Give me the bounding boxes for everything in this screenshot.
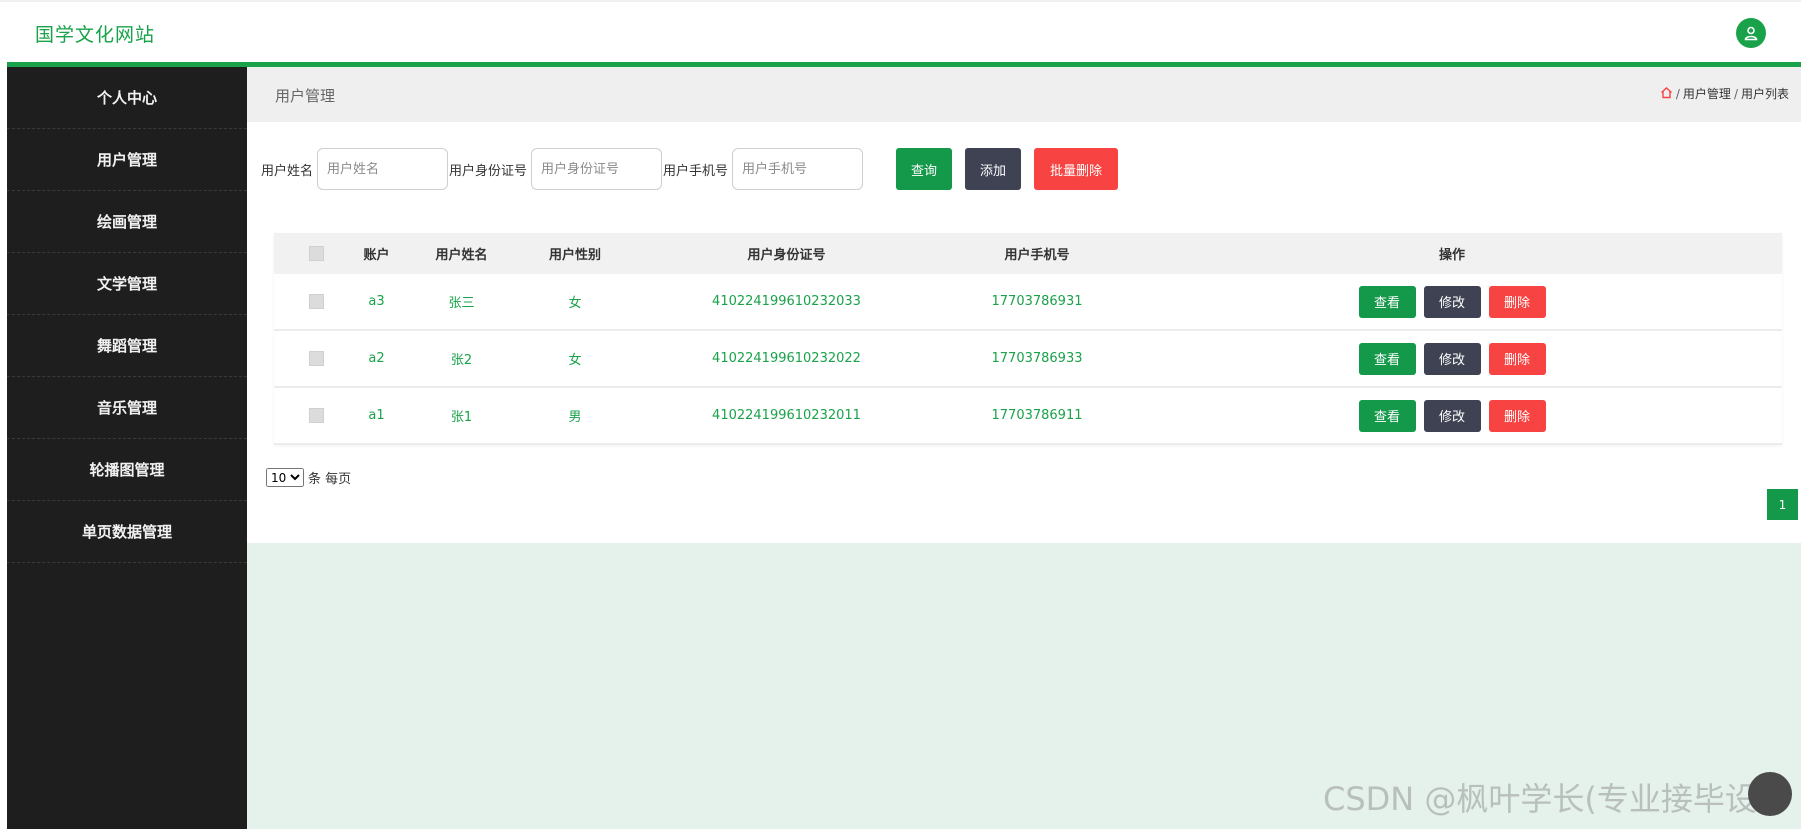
breadcrumb-user-management[interactable]: 用户管理 — [1683, 85, 1731, 102]
site-title[interactable]: 国学文化网站 — [35, 20, 155, 47]
sidebar-item-label: 舞蹈管理 — [96, 337, 157, 355]
cell-sex: 女 — [568, 353, 582, 368]
table-row: a1 张1 男 410224199610232011 17703786911 查… — [274, 388, 1782, 445]
breadcrumb-separator: / — [1733, 86, 1738, 101]
select-all-checkbox-cell — [274, 246, 359, 261]
header-account: 账户 — [363, 248, 390, 263]
sidebar-item-label: 个人中心 — [96, 89, 157, 107]
cell-name: 张1 — [450, 410, 473, 425]
row-checkbox-cell — [274, 408, 359, 423]
sidebar-item-literature-management[interactable]: 文学管理 — [7, 253, 247, 315]
header-sex: 用户性别 — [548, 248, 601, 263]
sidebar-item-single-page-data-management[interactable]: 单页数据管理 — [7, 501, 247, 563]
table-row: a2 张2 女 410224199610232022 17703786933 查… — [274, 331, 1782, 388]
row-checkbox[interactable] — [309, 294, 324, 309]
edit-button[interactable]: 修改 — [1423, 399, 1481, 432]
sidebar-item-label: 文学管理 — [96, 275, 157, 293]
breadcrumb-separator: / — [1675, 86, 1680, 101]
user-id-card-label: 用户身份证号 — [449, 163, 528, 179]
sidebar: 个人中心 用户管理 绘画管理 文学管理 舞蹈管理 音乐管理 轮播图管理 单页数据… — [7, 67, 247, 829]
delete-button[interactable]: 删除 — [1488, 342, 1546, 375]
edit-button[interactable]: 修改 — [1423, 342, 1481, 375]
per-page-label: 条 每页 — [308, 472, 352, 487]
sidebar-item-label: 绘画管理 — [96, 213, 157, 231]
sidebar-item-painting-management[interactable]: 绘画管理 — [7, 191, 247, 253]
content-panel: 用户管理 / 用户管理 / 用户列表 用户姓名 用户身份证号 用户手机号 查询 … — [247, 67, 1801, 543]
header-phone: 用户手机号 — [1004, 248, 1070, 263]
table-row: a3 张三 女 410224199610232033 17703786931 查… — [274, 274, 1782, 331]
sidebar-item-label: 用户管理 — [96, 151, 157, 169]
sidebar-item-label: 音乐管理 — [96, 399, 157, 417]
watermark: CSDN @枫叶学长(专业接毕设) — [1323, 780, 1770, 818]
cell-account: a2 — [368, 351, 385, 366]
breadcrumb-bar: 用户管理 / 用户管理 / 用户列表 — [247, 67, 1801, 122]
main-area: 用户管理 / 用户管理 / 用户列表 用户姓名 用户身份证号 用户手机号 查询 … — [247, 67, 1801, 829]
user-phone-label: 用户手机号 — [663, 163, 729, 179]
select-all-checkbox[interactable] — [309, 246, 324, 261]
cell-account: a3 — [368, 294, 385, 309]
cell-name: 张2 — [450, 353, 473, 368]
page-size-select[interactable]: 10 — [266, 468, 304, 487]
cell-account: a1 — [368, 408, 385, 423]
cell-phone: 17703786933 — [991, 351, 1083, 366]
delete-button[interactable]: 删除 — [1488, 399, 1546, 432]
home-icon[interactable] — [1660, 86, 1673, 102]
breadcrumb: / 用户管理 / 用户列表 — [1660, 85, 1789, 102]
cell-id-card: 410224199610232033 — [712, 294, 861, 309]
breadcrumb-user-list: 用户列表 — [1740, 87, 1789, 101]
user-id-card-input[interactable] — [531, 148, 663, 190]
page-size-control: 10 条 每页 — [266, 468, 351, 487]
cell-operations: 查看 修改 删除 — [1122, 285, 1782, 318]
sidebar-item-personal-center[interactable]: 个人中心 — [7, 67, 247, 129]
user-name-label: 用户姓名 — [261, 163, 314, 179]
view-button[interactable]: 查看 — [1358, 399, 1416, 432]
header-id-card: 用户身份证号 — [747, 248, 826, 263]
sidebar-item-user-management[interactable]: 用户管理 — [7, 129, 247, 191]
cell-id-card: 410224199610232022 — [712, 351, 861, 366]
row-checkbox[interactable] — [309, 408, 324, 423]
top-header: 国学文化网站 — [0, 0, 1801, 62]
cell-name: 张三 — [448, 296, 475, 311]
user-phone-input[interactable] — [732, 148, 864, 190]
user-table: 账户 用户姓名 用户性别 用户身份证号 用户手机号 操作 a3 张三 女 410… — [274, 233, 1782, 445]
sidebar-item-dance-management[interactable]: 舞蹈管理 — [7, 315, 247, 377]
user-avatar-icon[interactable] — [1736, 18, 1766, 48]
view-button[interactable]: 查看 — [1358, 285, 1416, 318]
header-operations: 操作 — [1438, 248, 1465, 263]
row-checkbox[interactable] — [309, 351, 324, 366]
view-button[interactable]: 查看 — [1358, 342, 1416, 375]
current-page-button[interactable]: 1 — [1767, 489, 1798, 520]
search-bar: 用户姓名 用户身份证号 用户手机号 查询 添加 批量删除 — [261, 148, 1119, 190]
query-button[interactable]: 查询 — [896, 148, 953, 190]
cell-operations: 查看 修改 删除 — [1122, 399, 1782, 432]
floating-action-button[interactable] — [1748, 772, 1792, 816]
row-checkbox-cell — [274, 294, 359, 309]
cell-phone: 17703786911 — [991, 408, 1083, 423]
delete-button[interactable]: 删除 — [1488, 285, 1546, 318]
cell-sex: 男 — [568, 410, 582, 425]
edit-button[interactable]: 修改 — [1423, 285, 1481, 318]
cell-sex: 女 — [568, 296, 582, 311]
sidebar-item-carousel-management[interactable]: 轮播图管理 — [7, 439, 247, 501]
sidebar-item-label: 单页数据管理 — [81, 523, 172, 541]
table-header: 账户 用户姓名 用户性别 用户身份证号 用户手机号 操作 — [274, 233, 1782, 274]
sidebar-item-label: 轮播图管理 — [89, 461, 165, 479]
user-name-input[interactable] — [317, 148, 449, 190]
page-title: 用户管理 — [275, 87, 336, 105]
batch-delete-button[interactable]: 批量删除 — [1034, 148, 1119, 190]
cell-phone: 17703786931 — [991, 294, 1083, 309]
cell-id-card: 410224199610232011 — [712, 408, 861, 423]
cell-operations: 查看 修改 删除 — [1122, 342, 1782, 375]
sidebar-item-music-management[interactable]: 音乐管理 — [7, 377, 247, 439]
row-checkbox-cell — [274, 351, 359, 366]
add-button[interactable]: 添加 — [965, 148, 1022, 190]
header-name: 用户姓名 — [435, 248, 488, 263]
